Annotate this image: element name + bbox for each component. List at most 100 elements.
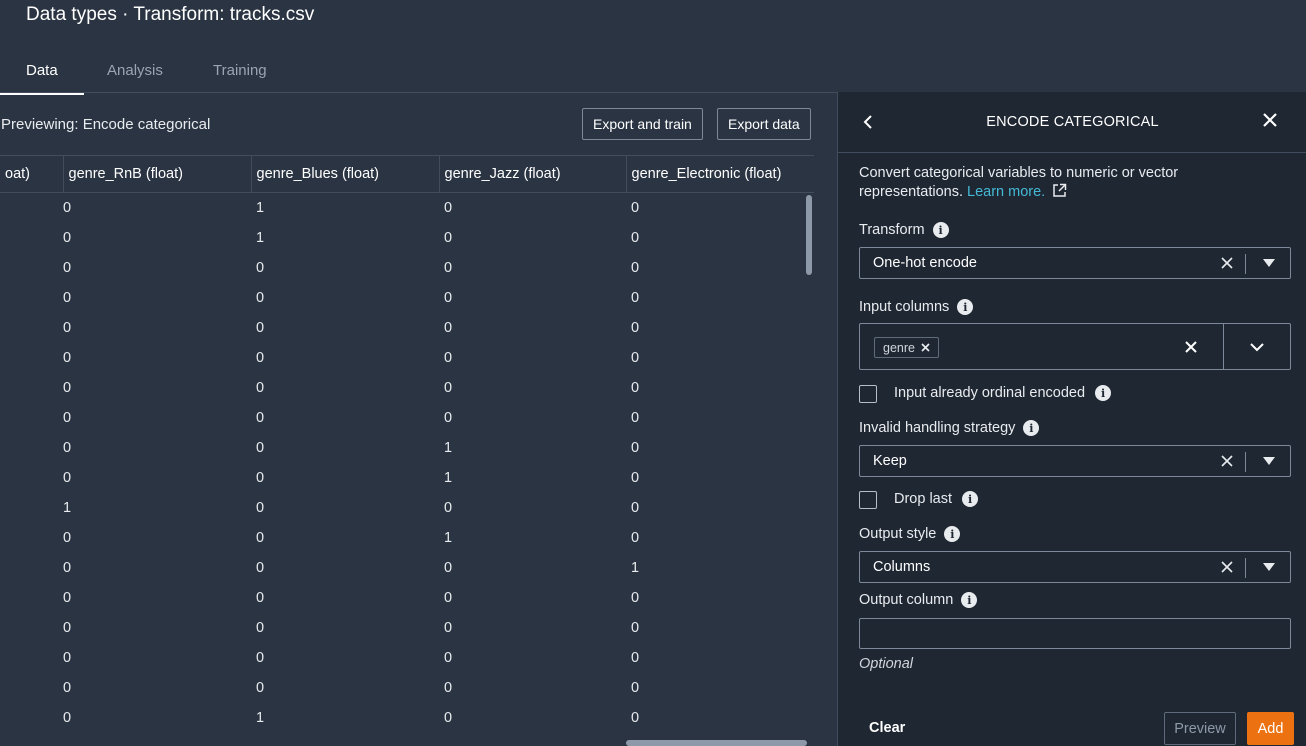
select-divider (1245, 452, 1246, 472)
column-header[interactable]: genre_Jazz (float) (439, 155, 627, 193)
table-cell: 0 (631, 469, 640, 486)
caret-down-icon[interactable] (1263, 259, 1275, 268)
table-cell: 0 (631, 589, 640, 606)
clear-icon[interactable] (1220, 560, 1234, 574)
genre-token: genre (874, 337, 939, 358)
column-header[interactable]: genre_Blues (float) (251, 155, 440, 193)
export-and-train-button[interactable]: Export and train (582, 108, 703, 140)
table-cell: 0 (256, 679, 265, 696)
table-cell: 0 (444, 409, 453, 426)
ordinal-label-text: Input already ordinal encoded (894, 385, 1086, 401)
tab-data[interactable]: Data (0, 62, 84, 95)
table-row: 0 1 0 0 (0, 193, 814, 223)
table-cell: 0 (631, 709, 640, 726)
panel-description: Convert categorical variables to numeric… (859, 164, 1279, 202)
caret-down-icon[interactable] (1263, 563, 1275, 572)
remove-token-icon[interactable] (921, 343, 930, 352)
column-header[interactable]: oat) (0, 155, 64, 193)
horizontal-scrollbar[interactable] (626, 740, 807, 746)
table-cell: 0 (63, 559, 72, 576)
transform-label: Transform i (859, 222, 949, 238)
output-column-input[interactable] (859, 618, 1291, 649)
learn-more-link[interactable]: Learn more. (967, 183, 1067, 200)
table-cell: 0 (256, 319, 265, 336)
table-cell: 0 (256, 469, 265, 486)
info-icon[interactable]: i (932, 222, 949, 238)
multiselect-divider (1223, 324, 1224, 369)
table-cell: 0 (256, 409, 265, 426)
add-button[interactable]: Add (1247, 712, 1294, 745)
column-header[interactable]: genre_RnB (float) (63, 155, 252, 193)
input-columns-label-text: Input columns (859, 299, 950, 315)
ordinal-encoded-checkbox[interactable] (859, 385, 877, 403)
clear-icon[interactable] (1184, 340, 1198, 354)
data-table[interactable]: oat) genre_RnB (float) genre_Blues (floa… (0, 155, 814, 746)
table-cell: 1 (256, 709, 265, 726)
table-row: 0 0 0 0 (0, 373, 814, 403)
table-cell: 1 (256, 199, 265, 216)
table-cell: 0 (444, 559, 453, 576)
input-columns-multiselect[interactable]: genre (859, 323, 1291, 370)
table-row: 0 0 1 0 (0, 463, 814, 493)
select-divider (1245, 558, 1246, 578)
export-data-button[interactable]: Export data (717, 108, 811, 140)
table-cell: 0 (256, 289, 265, 306)
table-cell: 0 (631, 349, 640, 366)
table-cell: 0 (444, 619, 453, 636)
info-icon[interactable]: i (1023, 420, 1040, 436)
table-cell: 1 (444, 469, 453, 486)
table-cell: 1 (63, 499, 72, 516)
info-icon[interactable]: i (957, 299, 974, 315)
info-icon[interactable]: i (1095, 385, 1112, 401)
table-cell: 0 (444, 589, 453, 606)
table-cell: 0 (631, 199, 640, 216)
table-cell: 0 (444, 499, 453, 516)
info-icon[interactable]: i (962, 491, 979, 507)
table-cell: 0 (444, 679, 453, 696)
output-style-label-text: Output style (859, 526, 937, 542)
table-cell: 0 (63, 439, 72, 456)
clear-icon[interactable] (1220, 256, 1234, 270)
caret-down-icon[interactable] (1263, 457, 1275, 466)
table-cell: 0 (631, 289, 640, 306)
table-cell: 0 (444, 649, 453, 666)
table-cell: 0 (256, 649, 265, 666)
drop-last-label-text: Drop last (894, 491, 953, 507)
table-row: 0 0 0 1 (0, 553, 814, 583)
output-style-select[interactable]: Columns (859, 551, 1291, 583)
table-cell: 1 (444, 439, 453, 456)
table-cell: 0 (63, 619, 72, 636)
preview-button[interactable]: Preview (1164, 712, 1236, 745)
output-style-label: Output style i (859, 526, 961, 542)
select-divider (1245, 254, 1246, 274)
close-icon[interactable] (1260, 110, 1280, 130)
invalid-handling-select[interactable]: Keep (859, 445, 1291, 477)
transform-select[interactable]: One-hot encode (859, 247, 1291, 279)
table-cell: 0 (63, 709, 72, 726)
column-header[interactable]: genre_Electronic (float) (626, 155, 814, 193)
drop-last-label: Drop last i (894, 491, 979, 507)
info-icon[interactable]: i (961, 592, 978, 608)
page-title: Data types · Transform: tracks.csv (26, 4, 315, 25)
vertical-scrollbar[interactable] (806, 195, 812, 275)
table-cell: 1 (444, 529, 453, 546)
clear-icon[interactable] (1220, 454, 1234, 468)
table-row: 0 0 0 0 (0, 313, 814, 343)
table-cell: 0 (631, 379, 640, 396)
tab-training[interactable]: Training (213, 62, 267, 92)
drop-last-checkbox[interactable] (859, 491, 877, 509)
table-cell: 0 (631, 409, 640, 426)
info-icon[interactable]: i (944, 526, 961, 542)
tab-analysis[interactable]: Analysis (107, 62, 163, 92)
table-cell: 0 (256, 349, 265, 366)
table-cell: 0 (63, 529, 72, 546)
table-cell: 0 (631, 649, 640, 666)
table-row: 0 0 0 0 (0, 283, 814, 313)
table-cell: 0 (631, 259, 640, 276)
learn-more-text: Learn more. (967, 184, 1046, 200)
table-cell: 0 (63, 349, 72, 366)
chevron-down-icon[interactable] (1249, 342, 1265, 352)
table-row: 0 0 0 0 (0, 343, 814, 373)
table-row: 0 0 0 0 (0, 253, 814, 283)
clear-button[interactable]: Clear (869, 720, 905, 736)
